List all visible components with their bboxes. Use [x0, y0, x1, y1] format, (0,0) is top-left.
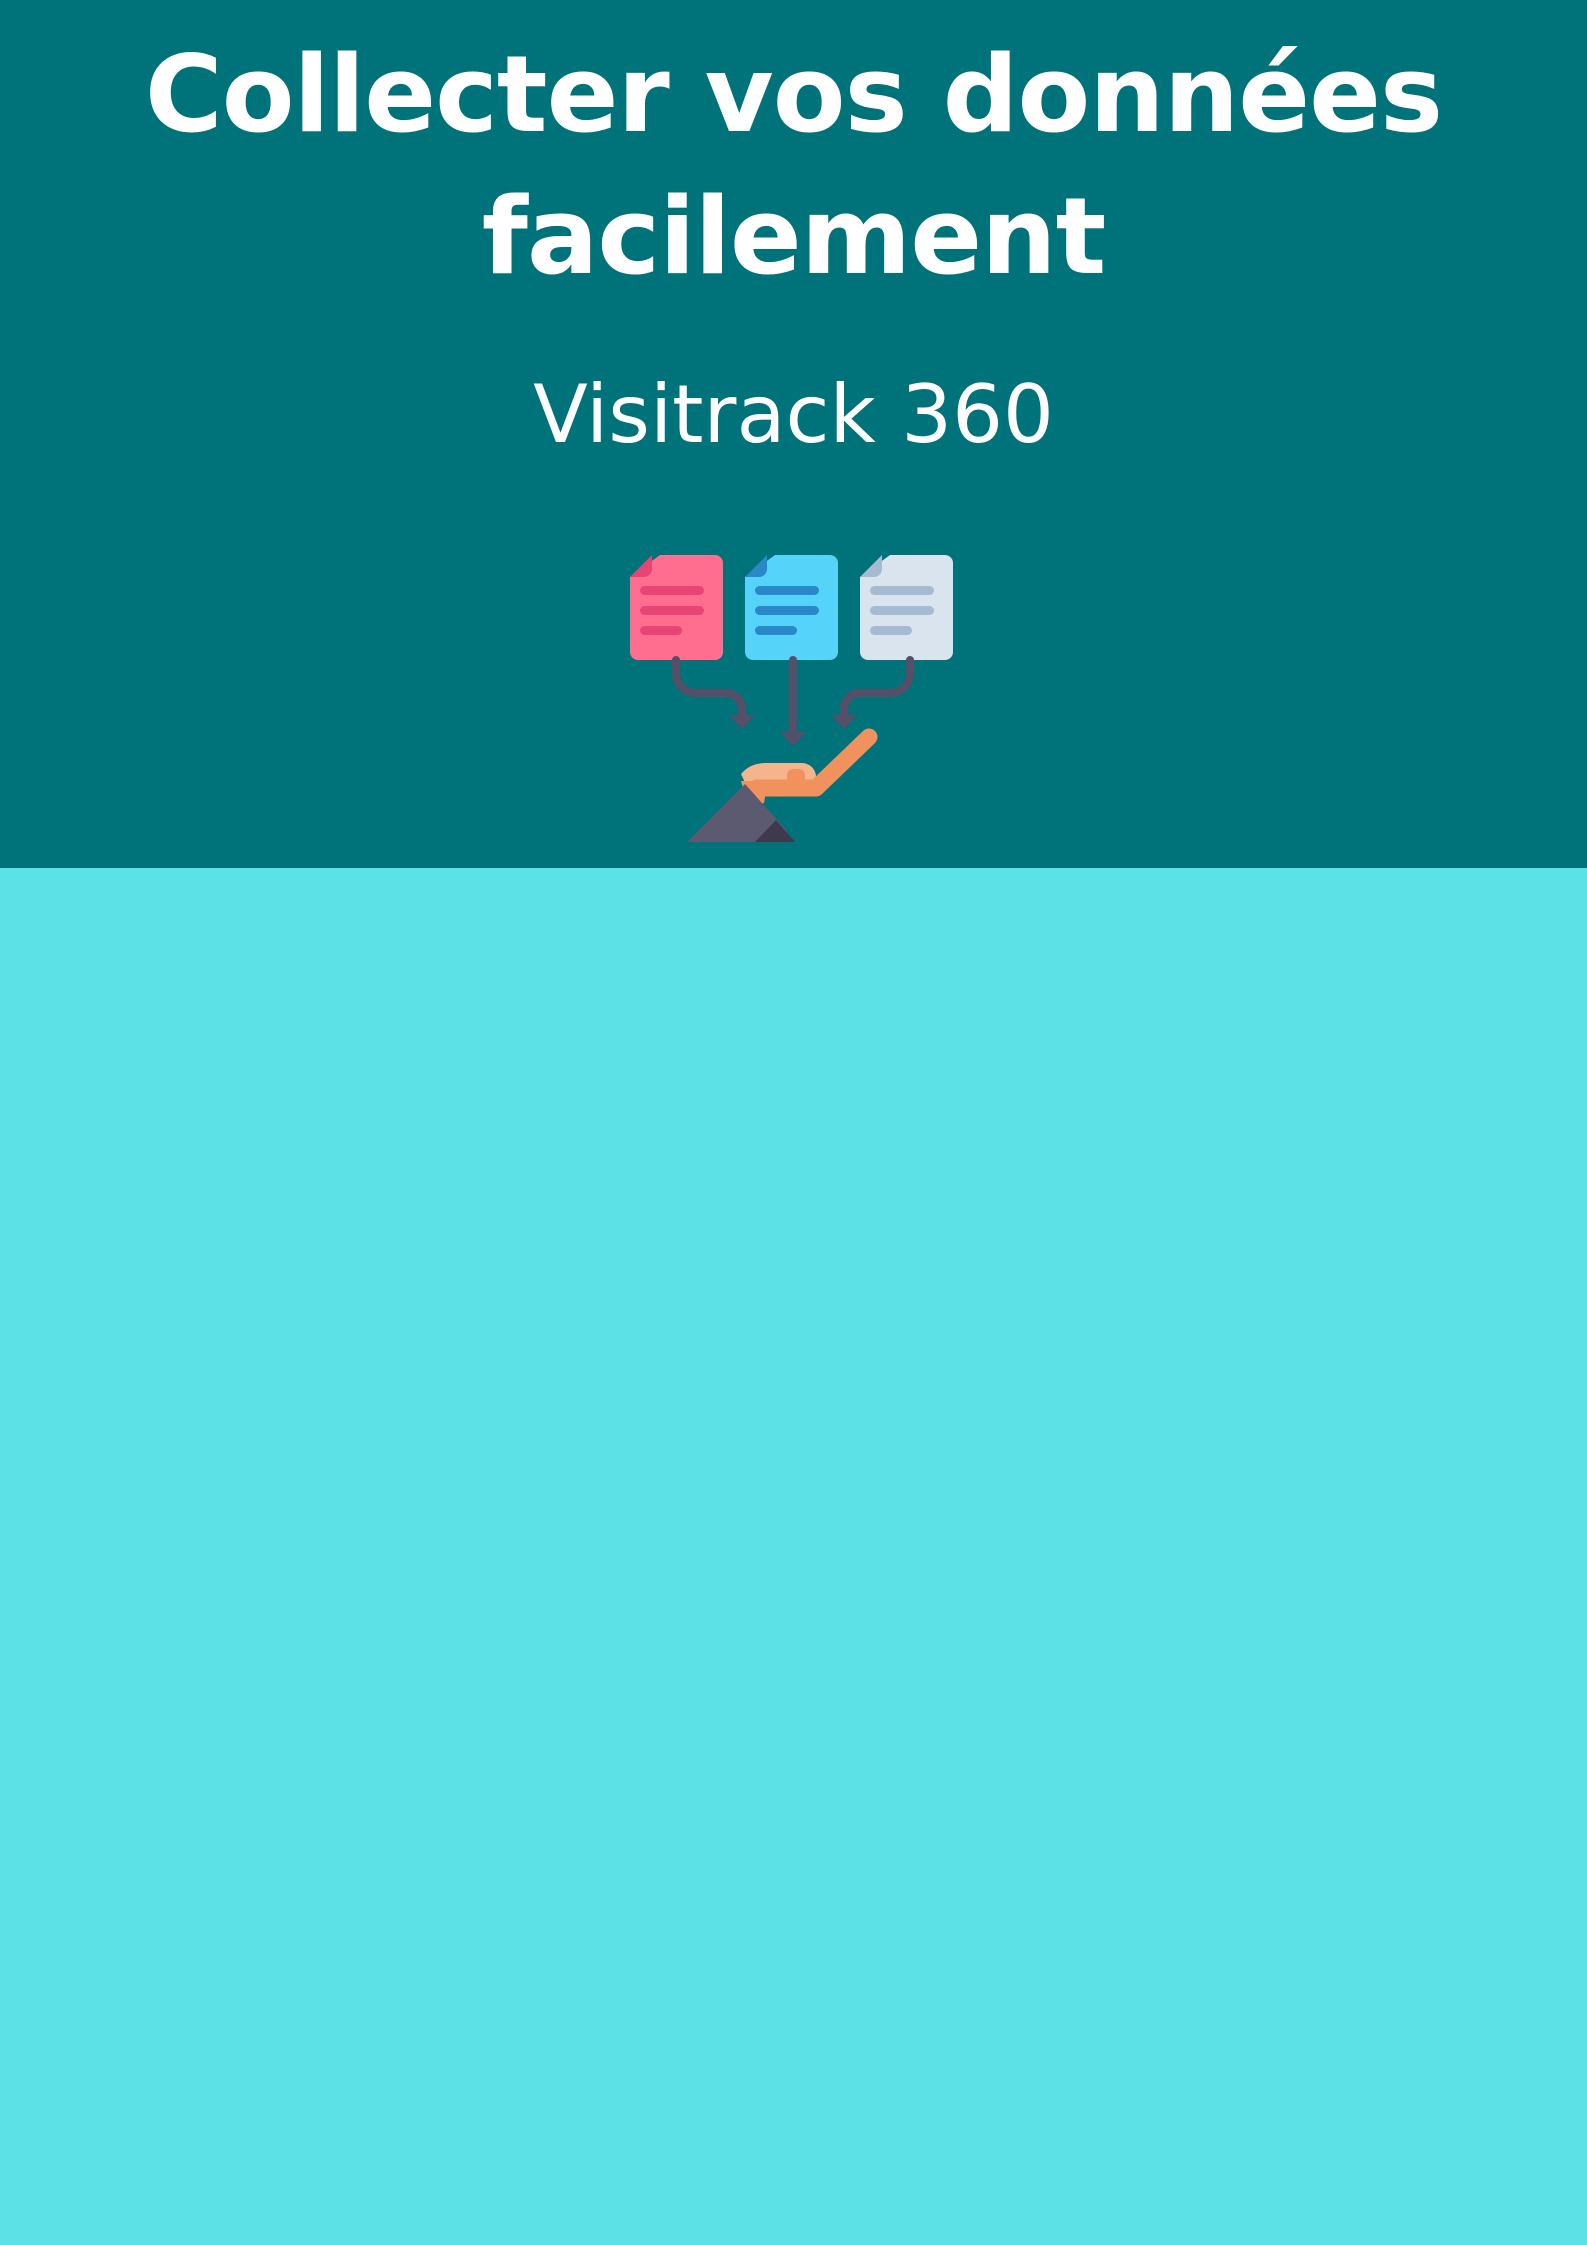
data-collection-illustration	[630, 555, 953, 842]
receiving-hand-icon	[687, 728, 878, 842]
subtitle: Visitrack 360	[533, 368, 1054, 461]
page-title-line-2: facilement	[481, 175, 1107, 298]
page: Collecter vos données facilement Visitra…	[0, 0, 1587, 2245]
content-area	[0, 868, 1587, 2245]
document-pink-icon	[630, 555, 723, 660]
document-gray-icon	[860, 555, 953, 660]
merge-arrows-icon	[672, 656, 914, 737]
page-title-line-1: Collecter vos données	[144, 33, 1443, 156]
document-blue-icon	[745, 555, 838, 660]
header-band: Collecter vos données facilement Visitra…	[0, 0, 1587, 868]
page-title: Collecter vos données facilement	[0, 24, 1587, 308]
